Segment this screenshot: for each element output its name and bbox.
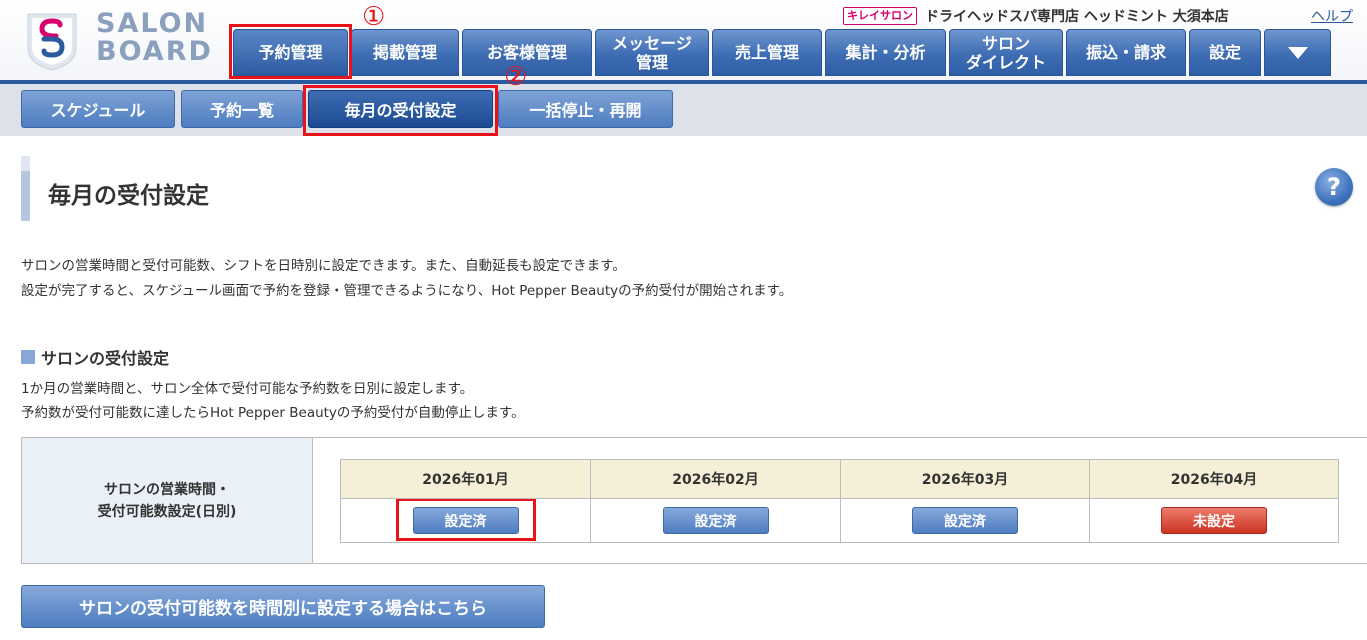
month-column: 2026年01月 設定済 <box>341 460 591 542</box>
section-title: サロンの受付設定 <box>21 345 169 369</box>
hourly-setting-button[interactable]: サロンの受付可能数を時間別に設定する場合はこちら <box>21 585 545 628</box>
logo-line-2: BOARD <box>96 36 213 67</box>
month-header: 2026年02月 <box>591 460 840 499</box>
status-button-set[interactable]: 設定済 <box>662 507 769 534</box>
subtab-bulk-stop-resume[interactable]: 一括停止・再開 <box>498 90 673 128</box>
title-accent-bar-top <box>21 156 30 171</box>
row-label: サロンの営業時間・ 受付可能数設定(日別) <box>97 481 237 520</box>
nav-tab-settings[interactable]: 設定 <box>1189 29 1261 76</box>
nav-tab-salon-direct[interactable]: サロン ダイレクト <box>949 29 1063 76</box>
month-header: 2026年03月 <box>841 460 1089 499</box>
page-title: 毎月の受付設定 <box>48 183 209 209</box>
annotation-number-1: ① <box>362 2 386 32</box>
section-square-icon <box>21 350 35 364</box>
shop-name: ドライヘッドスパ専門店 ヘッドミント 大須本店 <box>925 9 1229 25</box>
row-label-cell: サロンの営業時間・ 受付可能数設定(日別) <box>22 438 313 563</box>
month-column: 2026年03月 設定済 <box>841 460 1090 542</box>
status-button-set[interactable]: 設定済 <box>412 507 519 534</box>
month-grid: 2026年01月 設定済 2026年02月 設定済 2026年03月 設定済 2… <box>340 459 1339 543</box>
status-button-set[interactable]: 設定済 <box>912 507 1018 534</box>
chevron-down-icon <box>1287 46 1308 59</box>
shop-info: キレイサロン ドライヘッドスパ専門店 ヘッドミント 大須本店 <box>843 6 1229 26</box>
logo-line-1: SALON <box>96 8 209 39</box>
sub-nav: スケジュール 予約一覧 毎月の受付設定 一括停止・再開 <box>0 84 1367 136</box>
subtab-reservation-list[interactable]: 予約一覧 <box>181 90 303 128</box>
section-description-1: 1か月の営業時間と、サロン全体で受付可能な予約数を日別に設定します。 <box>21 381 474 397</box>
logo-text: SALON BOARD <box>96 10 213 66</box>
annotation-box-1 <box>229 24 352 79</box>
nav-tab-message[interactable]: メッセージ 管理 <box>595 29 709 76</box>
month-header: 2026年01月 <box>341 460 590 499</box>
month-header: 2026年04月 <box>1090 460 1338 499</box>
month-column: 2026年02月 設定済 <box>591 460 841 542</box>
subtab-schedule[interactable]: スケジュール <box>21 90 175 128</box>
section-description-2: 予約数が受付可能数に達したらHot Pepper Beautyの予約受付が自動停… <box>21 405 525 421</box>
status-button-not-set[interactable]: 未設定 <box>1161 507 1267 534</box>
nav-tab-analytics[interactable]: 集計・分析 <box>825 29 946 76</box>
annotation-number-2: ② <box>504 62 528 92</box>
kirei-salon-badge: キレイサロン <box>843 7 917 25</box>
header: SALON BOARD キレイサロン ドライヘッドスパ専門店 ヘッドミント 大須… <box>0 0 1367 84</box>
salon-board-logo-icon[interactable] <box>20 8 84 72</box>
nav-tab-billing[interactable]: 振込・請求 <box>1066 29 1186 76</box>
nav-more-button[interactable] <box>1264 29 1331 76</box>
nav-tab-sales[interactable]: 売上管理 <box>712 29 822 76</box>
help-link[interactable]: ヘルプ <box>1311 6 1353 26</box>
page-description-1: サロンの営業時間と受付可能数、シフトを日時別に設定できます。また、自動延長も設定… <box>21 258 626 274</box>
month-column: 2026年04月 未設定 <box>1090 460 1338 542</box>
nav-tab-listing[interactable]: 掲載管理 <box>351 29 459 76</box>
page-description-2: 設定が完了すると、スケジュール画面で予約を登録・管理できるようになり、Hot P… <box>21 283 793 299</box>
help-question-icon[interactable]: ? <box>1315 168 1353 206</box>
annotation-box-2 <box>303 85 498 136</box>
section-title-text: サロンの受付設定 <box>41 349 170 368</box>
